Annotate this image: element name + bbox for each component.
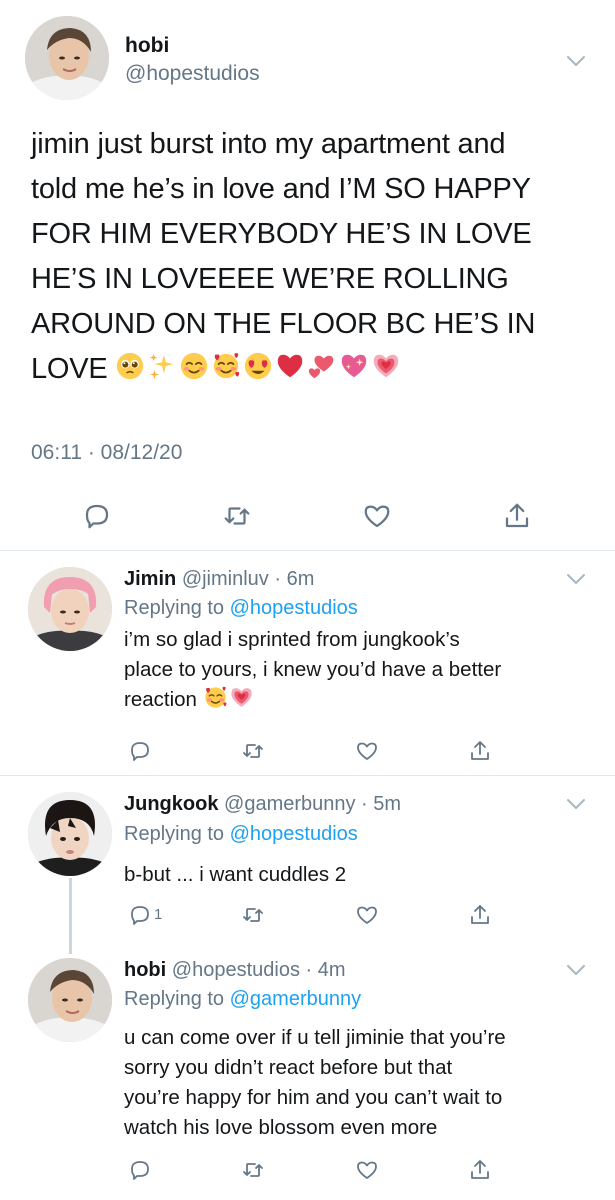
like-icon[interactable] [355, 739, 379, 763]
chevron-down-icon[interactable] [566, 572, 586, 586]
smiling-face-with-hearts-emoji-icon [211, 351, 241, 381]
tweet-text-line: FOR HIM EVERYBODY HE’S IN LOVE [31, 218, 532, 250]
tweet-text-line: LOVE [31, 353, 108, 385]
avatar[interactable] [25, 16, 109, 100]
replying-to-handle[interactable]: @gamerbunny [230, 988, 361, 1010]
smiling-face-with-hearts-emoji-icon [203, 685, 228, 710]
replying-to-label: Replying to [124, 988, 225, 1010]
reply-header: hobi @hopestudios · 4m [124, 959, 346, 982]
avatar[interactable] [28, 567, 112, 651]
like-icon[interactable] [362, 501, 392, 531]
sparkles-emoji-icon [147, 351, 177, 381]
reply-text: i’m so glad i sprinted from jungkook’s p… [124, 625, 594, 715]
reply-text: u can come over if u tell jiminie that y… [124, 1023, 594, 1143]
reply-icon[interactable] [82, 501, 112, 531]
reply-text-line: i’m so glad i sprinted from jungkook’s [124, 628, 460, 651]
author-meta[interactable]: @hopestudios · 4m [172, 959, 346, 981]
reply-text-line: watch his love blossom even more [124, 1116, 438, 1139]
author-handle[interactable]: @hopestudios [125, 62, 260, 86]
replying-to: Replying to @gamerbunny [124, 988, 361, 1011]
chevron-down-icon[interactable] [566, 797, 586, 811]
reply-header: Jimin @jiminluv · 6m [124, 568, 314, 591]
like-icon[interactable] [355, 1158, 379, 1182]
reply-text: b-but ... i want cuddles 2 [124, 860, 594, 890]
sparkling-heart-emoji-icon [339, 351, 369, 381]
retweet-icon[interactable] [222, 501, 252, 531]
chevron-down-icon[interactable] [566, 963, 586, 977]
reply-header: Jungkook @gamerbunny · 5m [124, 793, 401, 816]
reply-tweet: hobi @hopestudios · 4m Replying to @game… [0, 942, 615, 1200]
retweet-icon[interactable] [241, 1158, 265, 1182]
like-icon[interactable] [355, 903, 379, 927]
reply-text-line: place to yours, i knew you’d have a bett… [124, 658, 502, 681]
two-hearts-emoji-icon [307, 351, 337, 381]
tweet-actions [82, 501, 542, 531]
author-name[interactable]: hobi [125, 34, 169, 58]
reply-icon[interactable] [128, 903, 152, 927]
reply-tweet: Jungkook @gamerbunny · 5m Replying to @h… [0, 776, 615, 942]
tweet-text-last-line: LOVE [31, 347, 596, 392]
tweet-text-line: jimin just burst into my apartment and [31, 128, 506, 160]
share-icon[interactable] [502, 501, 532, 531]
tweet-text-line: told me he’s in love and I’M SO HAPPY [31, 173, 531, 205]
heart-eyes-emoji-icon [243, 351, 273, 381]
reply-text-line: sorry you didn’t react before but that [124, 1056, 453, 1079]
reply-text-line: b-but ... i want cuddles 2 [124, 863, 347, 886]
chevron-down-icon[interactable] [566, 54, 586, 68]
share-icon[interactable] [468, 739, 492, 763]
reply-text-last-line: reaction [124, 685, 594, 715]
replying-to: Replying to @hopestudios [124, 597, 358, 620]
tweet-text-line: HE’S IN LOVEEEE WE’RE ROLLING [31, 263, 509, 295]
tweet-text-line: AROUND ON THE FLOOR BC HE’S IN [31, 308, 536, 340]
share-icon[interactable] [468, 1158, 492, 1182]
growing-heart-emoji-icon [229, 685, 254, 710]
retweet-icon[interactable] [241, 739, 265, 763]
reply-actions [128, 1158, 489, 1182]
author-meta[interactable]: @jiminluv · 6m [182, 568, 315, 590]
tweet-text: jimin just burst into my apartment and t… [31, 122, 596, 392]
reply-actions: 1 [128, 903, 489, 927]
red-heart-emoji-icon [275, 351, 305, 381]
reply-count: 1 [154, 906, 163, 923]
reply-icon[interactable] [128, 739, 152, 763]
retweet-icon[interactable] [241, 903, 265, 927]
reply-icon[interactable] [128, 1158, 152, 1182]
main-tweet: hobi @hopestudios jimin just burst into … [0, 0, 615, 550]
replying-to-handle[interactable]: @hopestudios [230, 823, 358, 845]
growing-heart-emoji-icon [371, 351, 401, 381]
pleading-face-emoji-icon [115, 351, 145, 381]
smiling-face-emoji-icon [179, 351, 209, 381]
author-meta[interactable]: @gamerbunny · 5m [224, 793, 401, 815]
avatar[interactable] [28, 958, 112, 1042]
author-name[interactable]: hobi [124, 959, 166, 981]
replying-to-handle[interactable]: @hopestudios [230, 597, 358, 619]
avatar[interactable] [28, 792, 112, 876]
share-icon[interactable] [468, 903, 492, 927]
reply-tweet: Jimin @jiminluv · 6m Replying to @hopest… [0, 551, 615, 775]
reply-text-line: u can come over if u tell jiminie that y… [124, 1026, 506, 1049]
emoji-row [203, 685, 255, 711]
reply-text-line: reaction [124, 688, 197, 711]
reply-actions [128, 739, 489, 763]
replying-to-label: Replying to [124, 597, 225, 619]
replying-to-label: Replying to [124, 823, 225, 845]
timestamp[interactable]: 06:11 · 08/12/20 [31, 441, 182, 465]
author-name[interactable]: Jungkook [124, 793, 218, 815]
reply-text-line: you’re happy for him and you can’t wait … [124, 1086, 503, 1109]
emoji-row [115, 351, 403, 385]
replying-to: Replying to @hopestudios [124, 823, 358, 846]
author-name[interactable]: Jimin [124, 568, 176, 590]
